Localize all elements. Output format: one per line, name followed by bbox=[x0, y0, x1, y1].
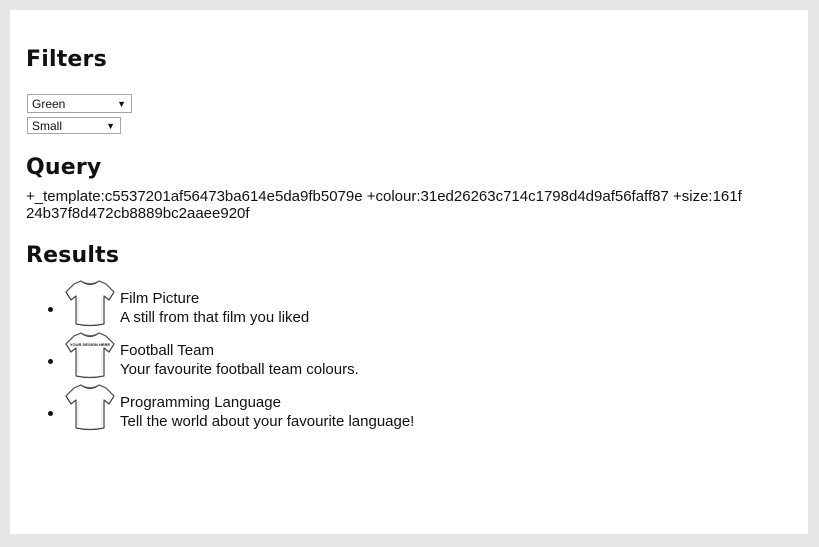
results-heading: Results bbox=[26, 243, 120, 268]
result-description: Your favourite football team colours. bbox=[120, 361, 359, 378]
tshirt-icon bbox=[65, 384, 115, 431]
content: Filters Green ▼ Small ▼ Query +_template… bbox=[26, 46, 798, 432]
dropdown-arrow-icon: ▼ bbox=[117, 99, 126, 109]
tshirt-icon bbox=[65, 280, 115, 327]
bullet-icon bbox=[48, 307, 53, 312]
bullet-icon bbox=[48, 359, 53, 364]
bullet-icon bbox=[48, 411, 53, 416]
result-title: Programming Language bbox=[120, 394, 281, 411]
size-select[interactable]: Small ▼ bbox=[27, 117, 121, 134]
result-description: Tell the world about your favourite lang… bbox=[120, 413, 415, 430]
query-heading: Query bbox=[26, 155, 102, 180]
query-text: +_template:c5537201af56473ba614e5da9fb50… bbox=[26, 188, 742, 222]
result-item[interactable]: Film Picture A still from that film you … bbox=[26, 276, 798, 328]
colour-select-value: Green bbox=[32, 97, 66, 111]
result-title: Film Picture bbox=[120, 290, 200, 307]
result-item[interactable]: Programming Language Tell the world abou… bbox=[26, 380, 798, 432]
result-title: Football Team bbox=[120, 342, 214, 359]
results-list: Film Picture A still from that film you … bbox=[26, 276, 798, 432]
tshirt-with-text-icon: YOUR DESIGN HERE bbox=[65, 332, 115, 379]
size-select-value: Small bbox=[32, 119, 63, 133]
result-item[interactable]: YOUR DESIGN HERE Football Team Your favo… bbox=[26, 328, 798, 380]
dropdown-arrow-icon: ▼ bbox=[106, 121, 115, 131]
filters-heading: Filters bbox=[26, 47, 107, 72]
result-description: A still from that film you liked bbox=[120, 309, 310, 326]
colour-select[interactable]: Green ▼ bbox=[27, 94, 132, 113]
shirt-print-text: YOUR DESIGN HERE bbox=[70, 342, 111, 347]
page: Filters Green ▼ Small ▼ Query +_template… bbox=[10, 10, 808, 534]
